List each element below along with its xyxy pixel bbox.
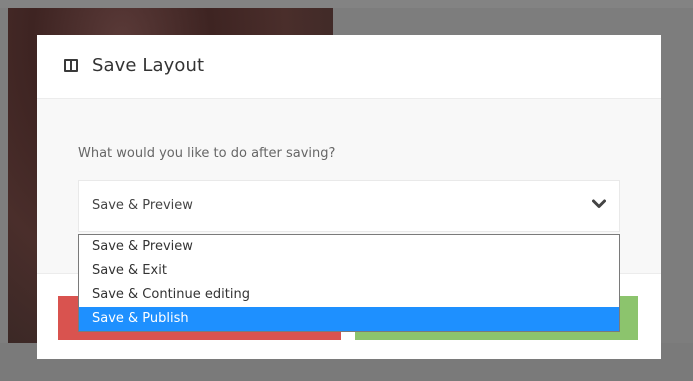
select-options-list: Save & Preview Save & Exit Save & Contin… bbox=[78, 234, 620, 332]
chevron-down-icon bbox=[592, 199, 606, 208]
after-save-select[interactable]: Save & Preview bbox=[78, 180, 620, 232]
option-save-continue-editing[interactable]: Save & Continue editing bbox=[79, 283, 619, 307]
modal-title: Save Layout bbox=[92, 55, 205, 76]
backdrop-top bbox=[0, 0, 693, 8]
select-value: Save & Preview bbox=[92, 198, 193, 213]
modal-header: Save Layout bbox=[37, 35, 661, 99]
option-save-preview[interactable]: Save & Preview bbox=[79, 235, 619, 259]
option-save-exit[interactable]: Save & Exit bbox=[79, 259, 619, 283]
backdrop-left bbox=[0, 8, 8, 343]
layout-columns-icon bbox=[64, 59, 78, 72]
option-save-publish[interactable]: Save & Publish bbox=[79, 307, 619, 331]
question-label: What would you like to do after saving? bbox=[78, 146, 336, 161]
